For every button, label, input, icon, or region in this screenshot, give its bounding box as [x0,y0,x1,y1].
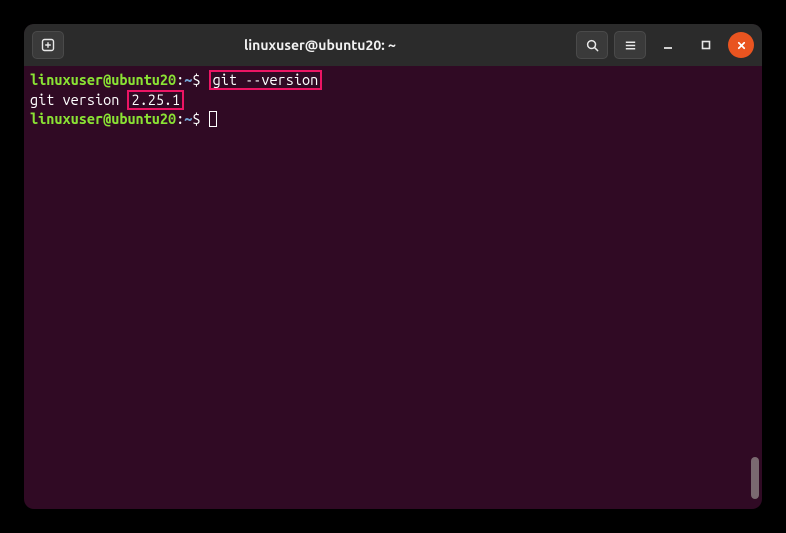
version-highlight: 2.25.1 [127,90,184,110]
prompt-user-host: linuxuser@ubuntu20 [30,71,176,88]
window-title: linuxuser@ubuntu20: ~ [70,37,570,53]
close-button[interactable] [728,32,754,58]
search-icon [585,38,600,53]
maximize-icon [700,39,712,51]
prompt-dollar: $ [192,110,200,127]
minimize-button[interactable] [652,31,684,59]
terminal-window: linuxuser@ubuntu20: ~ [24,24,762,509]
output-prefix: git version [30,91,127,108]
new-tab-icon [40,37,56,53]
cursor [209,111,217,127]
terminal-body[interactable]: linuxuser@ubuntu20:~$ git --version git … [24,66,762,509]
maximize-button[interactable] [690,31,722,59]
search-button[interactable] [576,31,608,59]
hamburger-icon [623,38,638,53]
minimize-icon [662,39,674,51]
command-highlight: git --version [209,70,323,90]
new-tab-button[interactable] [32,31,64,59]
prompt-user-host: linuxuser@ubuntu20 [30,110,176,127]
titlebar: linuxuser@ubuntu20: ~ [24,24,762,66]
prompt-dollar: $ [192,71,200,88]
menu-button[interactable] [614,31,646,59]
close-icon [736,40,747,51]
scrollbar-thumb[interactable] [751,457,759,499]
